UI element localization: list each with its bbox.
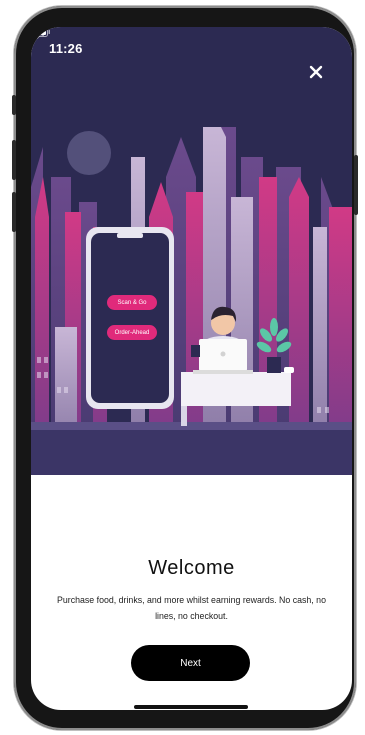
mute-switch [12,95,16,115]
welcome-description: Purchase food, drinks, and more whilst e… [57,595,326,621]
order-ahead-illustration-button: Order-Ahead [107,325,157,340]
power-button [354,155,358,215]
next-button[interactable]: Next [131,645,250,681]
scan-and-go-illustration-button: Scan & Go [107,295,157,310]
city-illustration [31,127,352,475]
hero-illustration: Scan & Go Order-Ahead 11:26 [31,27,352,475]
app-screen: Scan & Go Order-Ahead 11:26 Welcome Purc… [31,27,352,710]
desk [181,372,291,406]
close-button[interactable] [309,65,333,89]
status-time: 11:26 [49,41,83,56]
welcome-title: Welcome [148,557,235,579]
plant-pot [267,357,281,373]
volume-up-button [12,140,16,180]
status-bar: 11:26 [31,27,352,61]
home-indicator[interactable] [134,705,248,709]
volume-down-button [12,192,16,232]
moon [67,131,111,175]
battery-icon [31,27,50,37]
close-icon [309,65,323,79]
